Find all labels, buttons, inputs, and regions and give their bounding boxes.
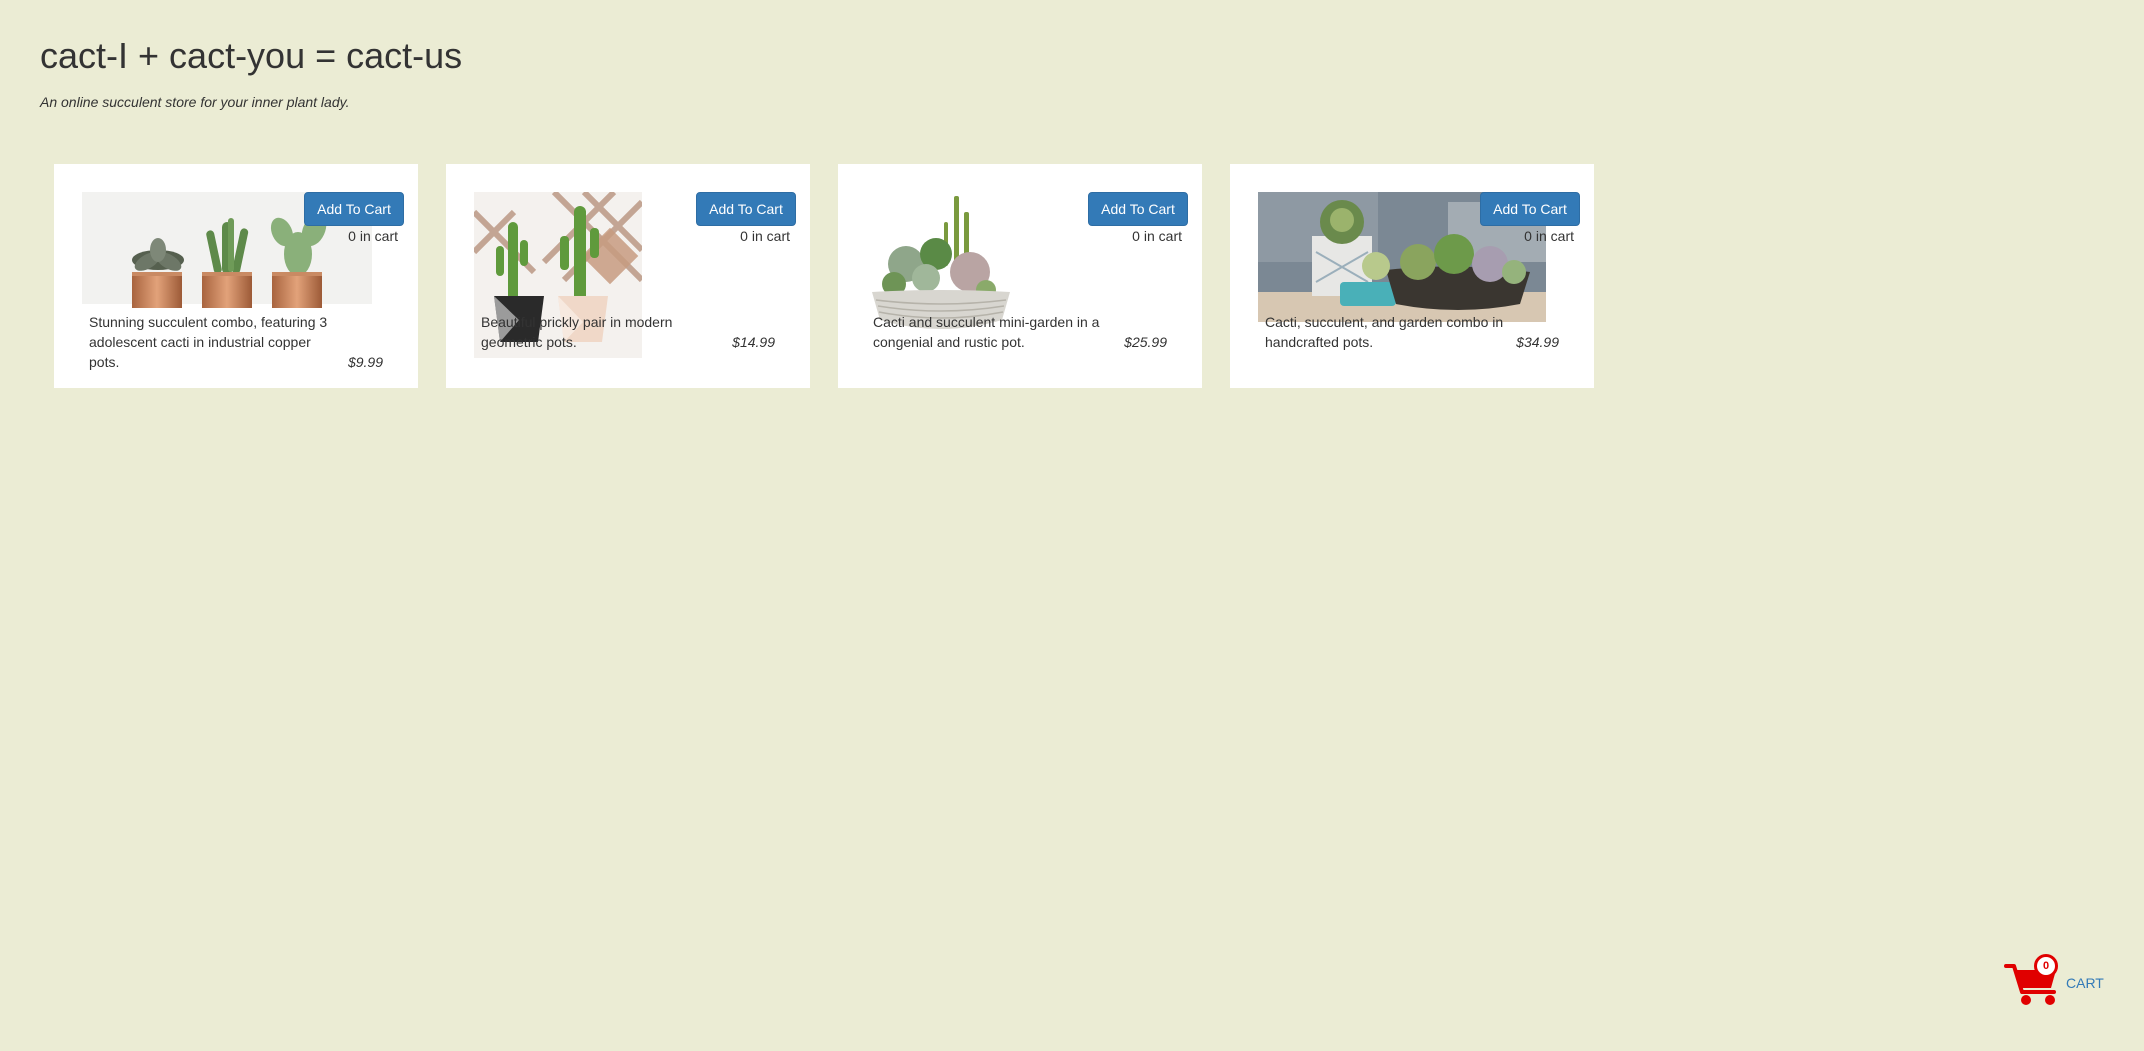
product-card: Add To Cart 0 in cart Beautiful prickly p… — [446, 164, 810, 388]
in-cart-label: in cart — [1143, 228, 1182, 244]
product-price: $34.99 — [1516, 334, 1559, 350]
cart-count-badge: 0 — [2034, 954, 2058, 978]
site-header: cact-I + cact-you = cact-us An online su… — [40, 35, 463, 111]
product-description: Beautiful prickly pair in modern geometr… — [481, 314, 673, 350]
product-price: $14.99 — [732, 334, 775, 350]
in-cart-label: in cart — [359, 228, 398, 244]
in-cart-count: 0 — [740, 228, 748, 244]
shopping-cart-icon[interactable]: 0 — [2004, 952, 2064, 1008]
page-title: cact-I + cact-you = cact-us — [40, 35, 463, 76]
product-info: Beautiful prickly pair in modern geometr… — [481, 312, 775, 352]
in-cart-count: 0 — [1132, 228, 1140, 244]
page-tagline: An online succulent store for your inner… — [40, 94, 350, 110]
in-cart-status: 0 in cart — [740, 228, 790, 244]
in-cart-label: in cart — [1535, 228, 1574, 244]
product-description: Cacti, succulent, and garden combo in ha… — [1265, 314, 1504, 350]
product-card: Add To Cart 0 in cart Stunning succulent … — [54, 164, 418, 388]
product-info: Stunning succulent combo, featuring 3 ad… — [89, 312, 383, 372]
product-description: Stunning succulent combo, featuring 3 ad… — [89, 314, 328, 370]
cart-widget[interactable]: 0 CART — [2004, 952, 2104, 1008]
cart-link[interactable]: CART — [2066, 975, 2104, 991]
in-cart-status: 0 in cart — [348, 228, 398, 244]
in-cart-label: in cart — [751, 228, 790, 244]
product-list: Add To Cart 0 in cart Stunning succulent … — [54, 164, 1594, 388]
in-cart-status: 0 in cart — [1132, 228, 1182, 244]
add-to-cart-button[interactable]: Add To Cart — [1088, 192, 1188, 226]
product-price: $25.99 — [1124, 334, 1167, 350]
product-card: Add To Cart 0 in cart Cacti and succulent… — [838, 164, 1202, 388]
in-cart-status: 0 in cart — [1524, 228, 1574, 244]
product-card: Add To Cart 0 in cart Cacti, succulent, a… — [1230, 164, 1594, 388]
in-cart-count: 0 — [348, 228, 356, 244]
product-info: Cacti, succulent, and garden combo in ha… — [1265, 312, 1559, 352]
add-to-cart-button[interactable]: Add To Cart — [696, 192, 796, 226]
in-cart-count: 0 — [1524, 228, 1532, 244]
product-description: Cacti and succulent mini-garden in a con… — [873, 314, 1100, 350]
product-info: Cacti and succulent mini-garden in a con… — [873, 312, 1167, 352]
add-to-cart-button[interactable]: Add To Cart — [1480, 192, 1580, 226]
product-price: $9.99 — [347, 354, 383, 370]
add-to-cart-button[interactable]: Add To Cart — [304, 192, 404, 226]
